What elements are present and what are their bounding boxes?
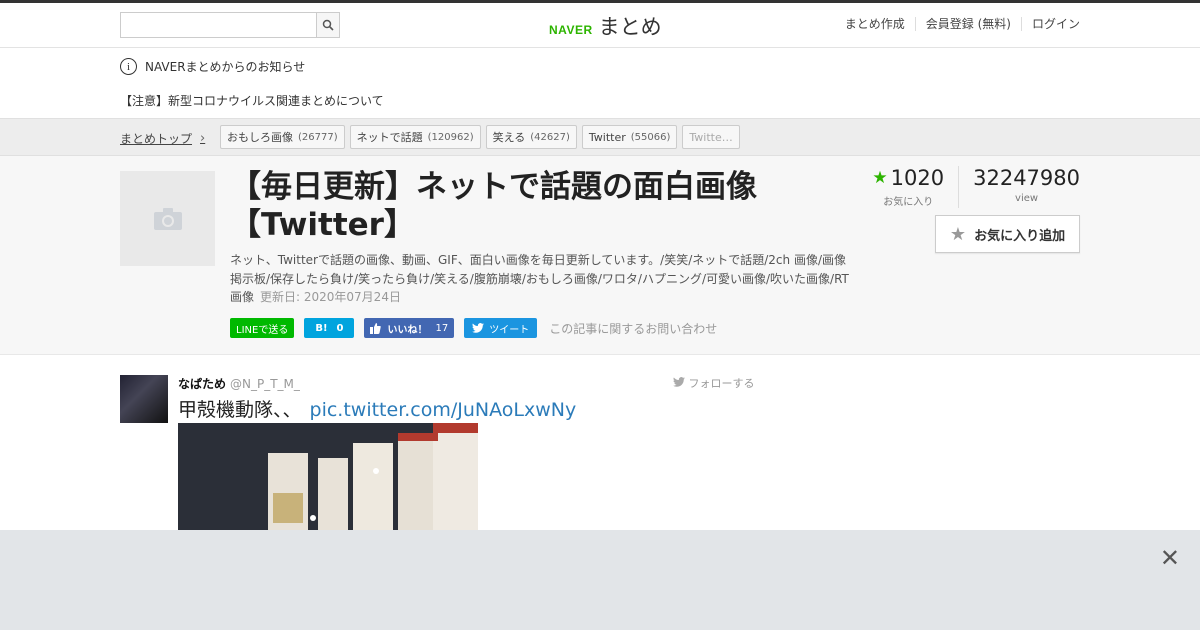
views-label: view xyxy=(1015,193,1039,204)
contact-link[interactable]: この記事に関するお問い合わせ xyxy=(549,320,717,337)
hatena-count: 0 xyxy=(336,322,344,334)
tag-count: (26777) xyxy=(298,131,338,143)
close-icon[interactable]: ✕ xyxy=(1160,546,1180,570)
breadcrumb-top-link[interactable]: まとめトップ › xyxy=(120,130,205,147)
top-bar: NAVER まとめ まとめ作成 会員登録 (無料) ログイン xyxy=(0,0,1200,48)
line-share-button[interactable]: LINEで送る xyxy=(230,318,295,338)
chevron-right-icon: › xyxy=(200,131,206,146)
tag-count: (42627) xyxy=(530,131,570,143)
search-form xyxy=(120,12,340,38)
tag-list: おもしろ画像 (26777) ネットで話題 (120962) 笑える (42627) … xyxy=(220,125,745,149)
fb-count: 17 xyxy=(435,322,449,334)
camera-icon xyxy=(153,207,182,230)
article-header: 【毎日更新】ネットで話題の面白画像 【Twitter】 ネット、Twitterで… xyxy=(0,156,1200,355)
tweet-text: 甲殻機動隊、、 pic.twitter.com/JuNAoLxwNy xyxy=(178,395,576,422)
views-count: 32247980 xyxy=(973,166,1080,190)
facebook-like-button[interactable]: いいね！ 17 xyxy=(364,318,455,338)
tweet-pic-link[interactable]: pic.twitter.com/JuNAoLxwNy xyxy=(310,399,577,421)
hatena-bookmark-button[interactable]: B! 0 xyxy=(304,318,355,338)
tweet-label: ツイート xyxy=(489,324,530,336)
tag-count: (55066) xyxy=(630,131,671,143)
avatar[interactable] xyxy=(120,375,168,423)
tag-label: Twitte… xyxy=(689,130,733,144)
tag-item[interactable]: おもしろ画像 (26777) xyxy=(220,125,345,149)
share-bar: LINEで送る B! 0 いいね！ 17 ツイート この記事に関するお問い合わせ xyxy=(230,318,717,338)
page-title: 【毎日更新】ネットで話題の面白画像 【Twitter】 xyxy=(230,168,850,244)
add-favorite-label: お気に入り追加 xyxy=(974,228,1066,244)
logo-naver: NAVER xyxy=(549,23,593,37)
logo-matome: まとめ xyxy=(598,15,662,39)
twitter-bird-icon xyxy=(673,377,685,387)
star-icon: ★ xyxy=(872,168,888,188)
tweet-button[interactable]: ツイート xyxy=(464,318,538,338)
tag-item[interactable]: ネットで話題 (120962) xyxy=(349,125,481,149)
notice-title: NAVERまとめからのお知らせ xyxy=(145,60,306,74)
star-outline-icon: ★ xyxy=(949,223,967,245)
tag-item[interactable]: 笑える (42627) xyxy=(485,125,577,149)
tweet-image[interactable] xyxy=(178,423,478,533)
create-matome-link[interactable]: まとめ作成 xyxy=(835,17,915,31)
title-line-2: 【Twitter】 xyxy=(230,207,415,243)
top-nav: まとめ作成 会員登録 (無料) ログイン xyxy=(835,17,1080,31)
tag-item-more[interactable]: Twitte… xyxy=(682,125,740,149)
article-description: ネット、Twitterで話題の画像、動画、GIF、面白い画像を毎日更新しています… xyxy=(230,251,850,307)
bottom-ad-banner: ✕ xyxy=(0,530,1200,630)
tag-item[interactable]: Twitter (55066) xyxy=(581,125,678,149)
notice-area: i NAVERまとめからのお知らせ 【注意】新型コロナウイルス関連まとめについて xyxy=(0,48,1200,118)
notice-link[interactable]: 【注意】新型コロナウイルス関連まとめについて xyxy=(120,92,384,109)
login-link[interactable]: ログイン xyxy=(1020,17,1080,31)
tweet-author-handle[interactable]: @N_P_T_M_ xyxy=(230,377,300,391)
updated-date: 更新日: 2020年07月24日 xyxy=(260,290,401,304)
title-line-1: 【毎日更新】ネットで話題の面白画像 xyxy=(230,169,757,205)
notice-heading: i NAVERまとめからのお知らせ xyxy=(120,58,305,75)
register-link[interactable]: 会員登録 (無料) xyxy=(914,17,1021,31)
add-favorite-button[interactable]: ★ お気に入り追加 xyxy=(935,215,1080,253)
favorites-stat: ★ 1020 お気に入り xyxy=(872,166,960,208)
line-label: LINEで送る xyxy=(236,324,289,336)
follow-label: フォローする xyxy=(688,377,755,390)
tag-label: 笑える xyxy=(492,131,526,144)
follow-button[interactable]: フォローする xyxy=(673,375,755,391)
article-thumbnail xyxy=(120,171,215,266)
breadcrumb: まとめトップ › おもしろ画像 (26777) ネットで話題 (120962) 笑え… xyxy=(0,118,1200,156)
tag-label: Twitter xyxy=(588,130,626,144)
tag-label: ネットで話題 xyxy=(356,131,423,144)
views-stat: 32247980 view xyxy=(959,166,1080,208)
tag-count: (120962) xyxy=(427,131,474,143)
tag-label: おもしろ画像 xyxy=(227,131,293,144)
thumbs-up-icon xyxy=(370,322,382,334)
hatena-icon: B! xyxy=(315,322,328,334)
tweet-header: なぱため @N_P_T_M_ xyxy=(178,375,300,392)
fb-label: いいね！ xyxy=(387,324,428,336)
search-icon xyxy=(322,19,334,31)
favorites-label: お気に入り xyxy=(883,197,934,208)
twitter-bird-icon xyxy=(472,323,485,333)
tweet-body: 甲殻機動隊、、 xyxy=(178,399,302,421)
article-stats: ★ 1020 お気に入り 32247980 view xyxy=(872,166,1080,208)
site-logo[interactable]: NAVER まとめ xyxy=(549,11,662,41)
search-input[interactable] xyxy=(120,12,316,38)
favorites-count: 1020 xyxy=(890,166,945,190)
search-button[interactable] xyxy=(316,12,340,38)
tweet-author-name[interactable]: なぱため xyxy=(178,377,226,391)
breadcrumb-top-label: まとめトップ xyxy=(120,132,193,146)
info-icon: i xyxy=(120,58,137,75)
